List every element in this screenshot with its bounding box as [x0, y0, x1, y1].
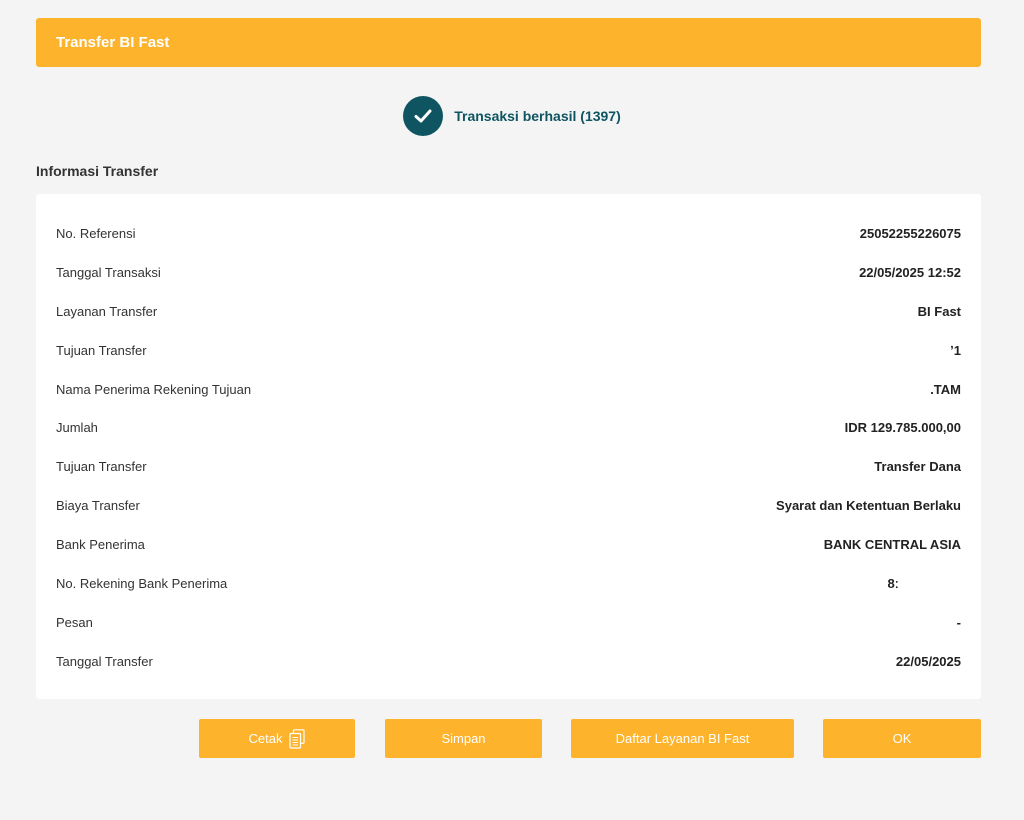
detail-row-purpose: Tujuan Transfer Transfer Dana: [56, 447, 961, 486]
print-button-label: Cetak: [248, 731, 283, 746]
page: Transfer BI Fast Transaksi berhasil (139…: [0, 0, 1024, 820]
action-buttons: Cetak Simpan Daftar Layanan BI Fast OK: [0, 719, 1024, 758]
detail-label: Nama Penerima Rekening Tujuan: [56, 381, 252, 397]
detail-row-bank: Bank Penerima BANK CENTRAL ASIA: [56, 525, 961, 564]
status-text: Transaksi berhasil (1397): [454, 108, 621, 124]
detail-label: Tujuan Transfer: [56, 342, 147, 358]
check-icon: [403, 96, 444, 136]
detail-value: 8ː: [887, 575, 899, 591]
detail-value: Transfer Dana: [874, 459, 961, 475]
detail-value: Syarat dan Ketentuan Berlaku: [776, 498, 961, 514]
detail-row-destination: Tujuan Transfer ʼ1: [56, 331, 961, 370]
detail-label: Pesan: [56, 614, 93, 630]
detail-row-fee: Biaya Transfer Syarat dan Ketentuan Berl…: [56, 486, 961, 525]
print-button[interactable]: Cetak: [199, 719, 355, 758]
detail-row-reference: No. Referensi 25052255226075: [56, 214, 961, 253]
bi-fast-list-button[interactable]: Daftar Layanan BI Fast: [571, 719, 794, 758]
detail-row-message: Pesan -: [56, 603, 961, 642]
detail-label: No. Referensi: [56, 225, 136, 241]
detail-value: BI Fast: [917, 303, 961, 319]
detail-row-service: Layanan Transfer BI Fast: [56, 292, 961, 331]
detail-label: Tanggal Transfer: [56, 653, 153, 669]
detail-value: .TAM: [930, 381, 961, 397]
detail-label: Biaya Transfer: [56, 498, 140, 514]
ok-button-label: OK: [892, 731, 912, 746]
detail-value: ʼ1: [950, 342, 961, 358]
status-banner: Transaksi berhasil (1397): [0, 96, 1024, 136]
detail-label: Tanggal Transaksi: [56, 264, 161, 280]
section-title: Informasi Transfer: [36, 163, 159, 179]
detail-value: IDR 129.785.000,00: [844, 420, 961, 436]
detail-row-transaction-date: Tanggal Transaksi 22/05/2025 12:52: [56, 253, 961, 292]
detail-row-recipient-name: Nama Penerima Rekening Tujuan .TAM: [56, 370, 961, 409]
detail-value: -: [956, 614, 961, 630]
header-bar: Transfer BI Fast: [36, 18, 981, 67]
detail-list: No. Referensi 25052255226075 Tanggal Tra…: [56, 214, 961, 681]
bi-fast-list-button-label: Daftar Layanan BI Fast: [615, 731, 750, 746]
detail-label: Tujuan Transfer: [56, 459, 147, 475]
detail-label: Bank Penerima: [56, 537, 145, 553]
detail-value: 22/05/2025 12:52: [859, 264, 961, 280]
detail-value: 22/05/2025: [895, 653, 961, 669]
detail-row-transfer-date: Tanggal Transfer 22/05/2025: [56, 642, 961, 681]
save-button[interactable]: Simpan: [385, 719, 542, 758]
ok-button[interactable]: OK: [823, 719, 981, 758]
detail-label: No. Rekening Bank Penerima: [56, 575, 228, 591]
detail-value: 25052255226075: [859, 225, 961, 241]
detail-value: BANK CENTRAL ASIA: [823, 537, 961, 553]
save-button-label: Simpan: [441, 731, 486, 746]
transfer-info-card: No. Referensi 25052255226075 Tanggal Tra…: [36, 194, 981, 699]
detail-row-account-number: No. Rekening Bank Penerima 8ː: [56, 564, 961, 603]
page-title: Transfer BI Fast: [56, 34, 170, 51]
document-icon: [289, 728, 306, 749]
detail-label: Jumlah: [56, 420, 98, 436]
detail-label: Layanan Transfer: [56, 303, 158, 319]
detail-row-amount: Jumlah IDR 129.785.000,00: [56, 408, 961, 447]
